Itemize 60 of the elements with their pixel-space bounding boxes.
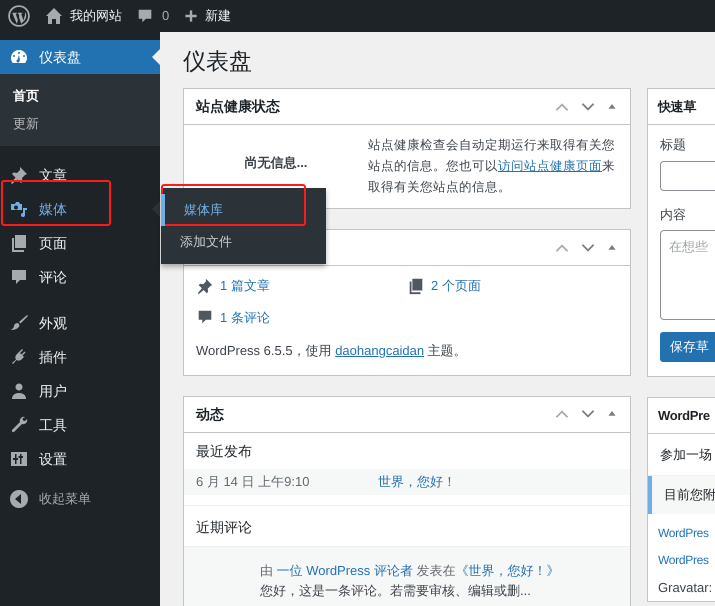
post-link[interactable]: 世界，您好！ (378, 472, 456, 492)
save-draft-button[interactable]: 保存草 (660, 332, 715, 362)
flyout-menu-item[interactable]: 媒体库 (161, 194, 326, 226)
content-textarea[interactable]: 在想些 (660, 230, 715, 320)
site-health-link[interactable]: 访问站点健康页面 (498, 159, 602, 173)
news-link[interactable]: WordPres (658, 547, 709, 574)
site-name-link[interactable]: 我的网站 (44, 6, 122, 26)
sidebar-menu-item[interactable]: 设置 (0, 442, 160, 476)
pages-icon (9, 233, 29, 253)
plus-icon (183, 8, 200, 24)
card-title: 站点健康状态 (196, 97, 280, 116)
version-text: WordPress 6.5.5，使用 daohangcaidan 主题。 (196, 342, 468, 360)
wrench-icon (9, 415, 29, 435)
theme-link[interactable]: daohangcaidan (335, 343, 424, 358)
sidebar-menu-item[interactable]: 媒体 (0, 192, 160, 226)
paintbrush-icon (9, 313, 29, 333)
user-icon (9, 381, 29, 401)
card-title: 动态 (196, 404, 224, 424)
sidebar-menu-item[interactable]: 仪表盘 (0, 40, 160, 74)
pointer-triangle (152, 49, 160, 65)
news-link[interactable]: WordPres (658, 520, 709, 547)
status-text: 尚无信息... (244, 154, 308, 172)
field-label: 标题 (660, 136, 687, 154)
pages-icon (407, 276, 425, 295)
collapse-menu-button[interactable]: 收起菜单 (0, 482, 160, 516)
field-label: 内容 (660, 206, 687, 224)
card-title: WordPre (658, 406, 710, 425)
sliders-icon (9, 449, 29, 469)
new-content-link[interactable]: 新建 (183, 6, 232, 26)
comments-link[interactable]: 0 (136, 6, 170, 26)
post-date: 6 月 14 日 上午9:10 (196, 472, 310, 491)
comment-excerpt: 您好，这是一条评论。若需要审核、编辑或删... (260, 582, 532, 600)
media-icon (9, 199, 29, 219)
glance-link[interactable]: 1 条评论 (196, 308, 407, 327)
section-heading: 最近发布 (195, 442, 253, 460)
home-icon (44, 6, 64, 26)
sidebar-menu-item[interactable]: 外观 (0, 306, 160, 340)
comment-meta: 由 一位 WordPress 评论者 发表在《世界，您好！》 (260, 562, 561, 580)
pin-icon (9, 165, 29, 185)
speech-bubble-icon (136, 7, 154, 25)
flyout-menu-item[interactable]: 添加文件 (161, 226, 326, 258)
page-title: 仪表盘 (183, 47, 253, 76)
sidebar-menu-item[interactable]: 评论 (0, 260, 160, 294)
card-title: 快速草 (658, 98, 696, 116)
health-description: 站点健康检查会自动定期运行来取得有关您站点的信息。您也可以访问站点健康页面来取得有关您站点的信息。 (368, 137, 616, 196)
sidebar-menu-item[interactable]: 插件 (0, 340, 160, 374)
glance-link[interactable]: 2 个页面 (407, 276, 618, 296)
sidebar-menu-item[interactable]: 用户 (0, 374, 160, 408)
pin-icon (196, 276, 214, 295)
sidebar-menu-item[interactable]: 页面 (0, 226, 160, 260)
section-heading: 近期评论 (184, 504, 630, 546)
glance-link[interactable]: 1 篇文章 (196, 276, 407, 296)
wordpress-logo-icon (8, 5, 30, 27)
comment-author-link[interactable]: 一位 WordPress 评论者 (276, 562, 413, 578)
comment-post-link[interactable]: 《世界，您好！》 (456, 562, 560, 578)
news-footer-text: Gravatar: (658, 579, 714, 597)
sidebar-menu-item[interactable]: 工具 (0, 408, 160, 442)
speech-bubble-icon (9, 267, 29, 287)
submenu-item[interactable]: 更新 (0, 110, 160, 138)
submenu-item[interactable]: 首页 (0, 82, 160, 110)
